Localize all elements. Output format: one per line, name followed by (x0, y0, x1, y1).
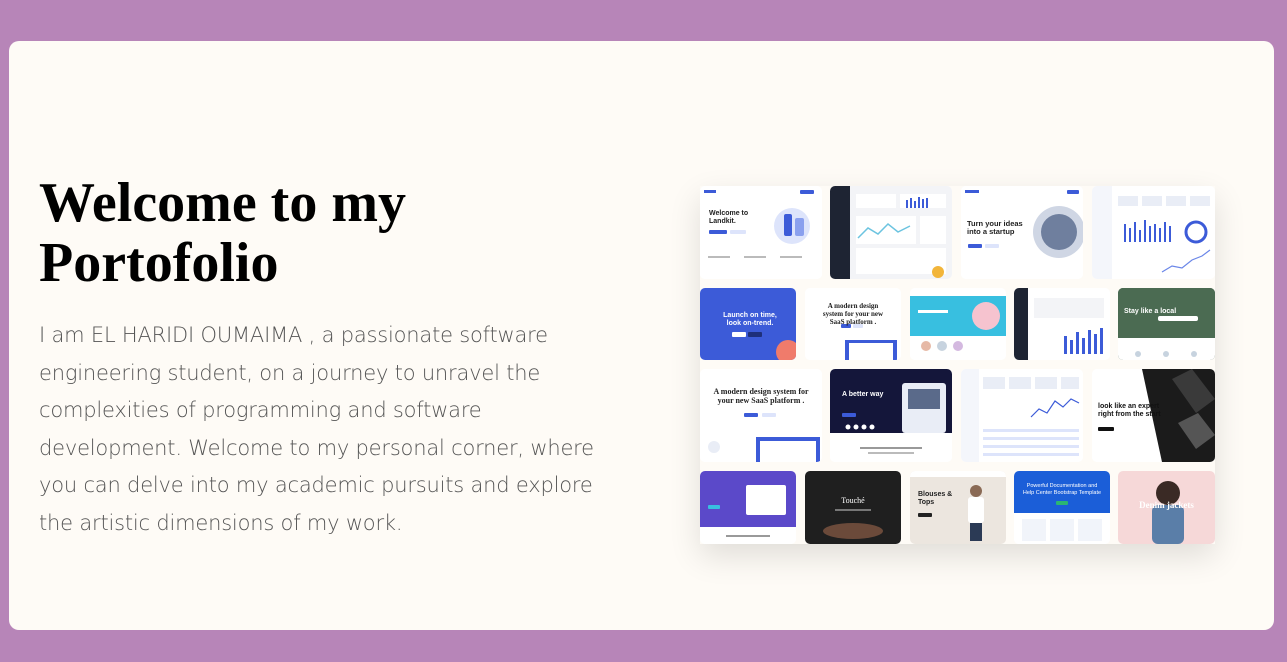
collage-tile-travel: Stay like a local (1118, 288, 1215, 360)
collage-tile-better-way: A better way (830, 369, 952, 462)
tile-label-fashion: Blouses & Tops (918, 491, 953, 506)
tile-label-expert: look like an expert right from the start (1098, 403, 1161, 418)
collage-tile-docs: Powerful Documentation and Help Center B… (1014, 471, 1110, 544)
tile-label-better-way: A better way (842, 391, 884, 398)
collage-tile-saas-2: A modern design system for your new SaaS… (700, 369, 822, 462)
collage-tile-apps (700, 471, 796, 544)
tile-label-restaurant: Touché (841, 496, 865, 505)
tile-label-saas-1: A modern design system for your new SaaS… (822, 302, 884, 326)
collage-tile-analytics (1092, 186, 1215, 279)
page-title: Welcome to my Portofolio (39, 173, 619, 293)
tile-label-travel: Stay like a local (1124, 308, 1177, 315)
tile-label-denim: Denim jackets (1139, 500, 1194, 510)
collage-tile-restaurant: Touché (805, 471, 901, 544)
collage-tile-startup: Turn your ideas into a startup (961, 186, 1083, 279)
collage-tile-expert: look like an expert right from the start (1092, 369, 1215, 462)
tile-label-docs: Powerful Documentation and Help Center B… (1022, 483, 1102, 496)
template-collage-image: Welcome to Landkit. Turn your ideas into… (700, 186, 1215, 544)
collage-tile-dashboard-2 (1014, 288, 1110, 360)
hero-text: Welcome to my Portofolio I am EL HARIDI … (39, 173, 619, 542)
title-line-2: Portofolio (39, 232, 279, 294)
collage-tile-pink-app (910, 288, 1006, 360)
collage-tile-launch: Launch on time, look on-trend. (700, 288, 796, 360)
collage-tile-admin (961, 369, 1083, 462)
tile-label-launch: Launch on time, look on-trend. (723, 312, 777, 327)
collage-tile-denim: Denim jackets (1118, 471, 1215, 544)
collage-tile-dashboard-dark (830, 186, 952, 279)
hero-description: I am EL HARIDI OUMAIMA , a passionate so… (39, 323, 594, 535)
tile-label-startup: Turn your ideas into a startup (967, 219, 1023, 236)
title-line-1: Welcome to my (39, 172, 406, 234)
tile-label-landkit: Welcome to Landkit. (709, 210, 749, 225)
collage-tile-fashion: Blouses & Tops (910, 471, 1006, 544)
tile-label-saas-2: A modern design system for your new SaaS… (713, 387, 809, 405)
collage-tile-landkit: Welcome to Landkit. (700, 186, 822, 279)
hero-card: Welcome to my Portofolio I am EL HARIDI … (9, 41, 1274, 630)
collage-tile-saas-1: A modern design system for your new SaaS… (805, 288, 901, 360)
